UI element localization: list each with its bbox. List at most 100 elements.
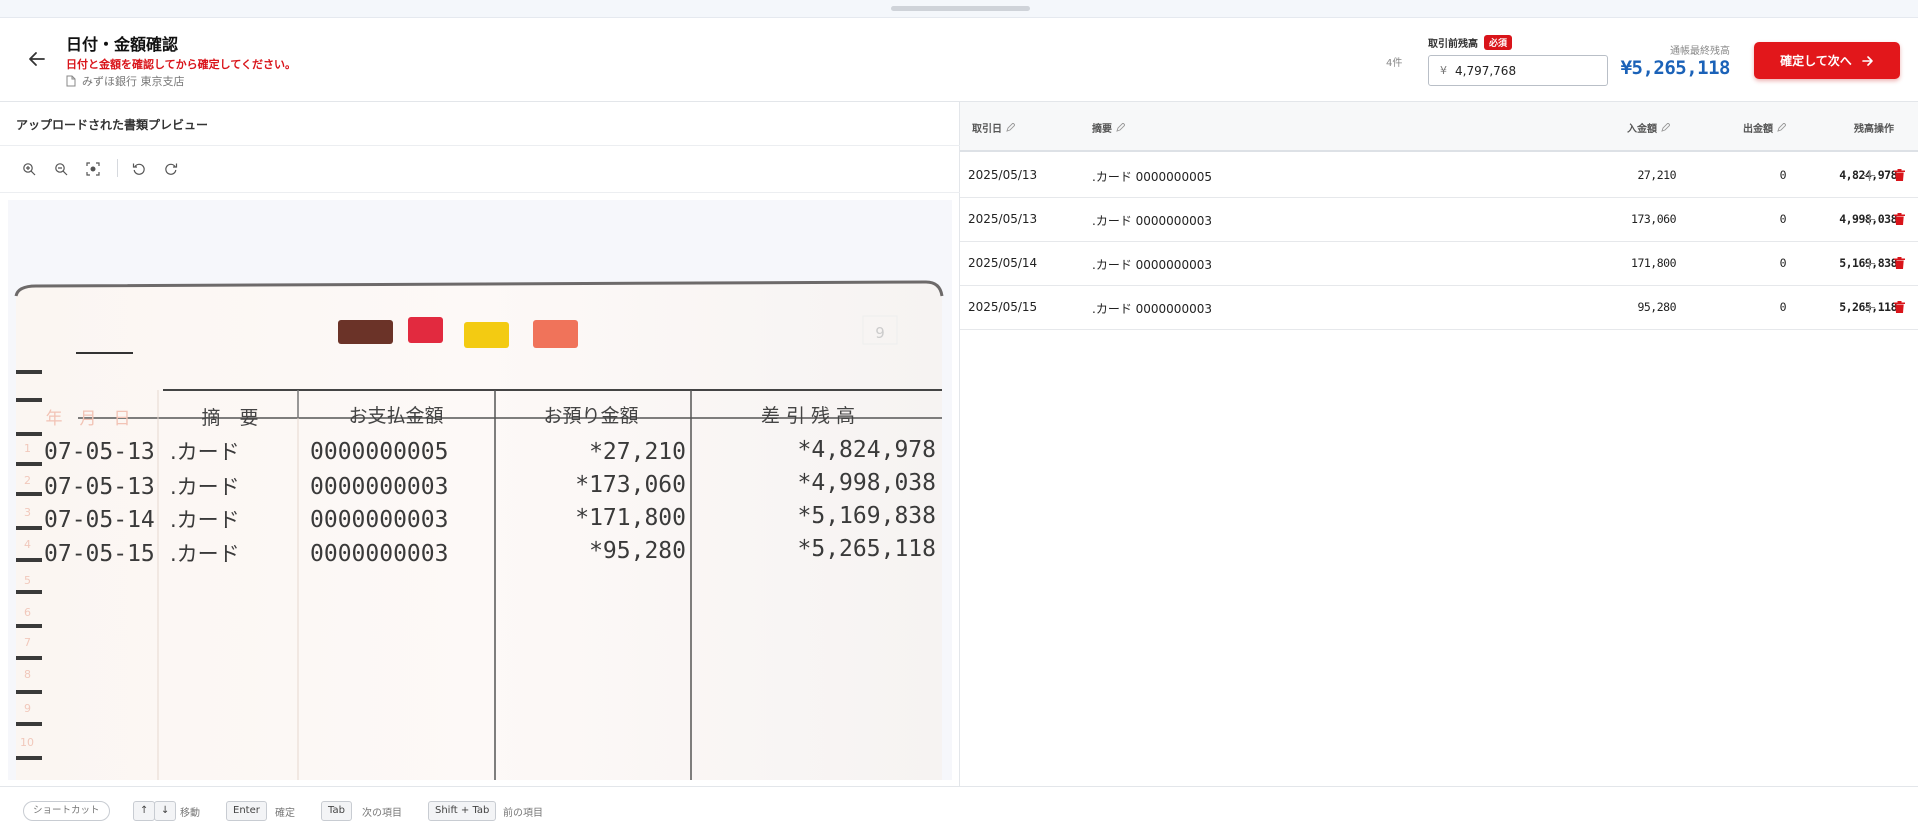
row-summary[interactable]: .カード 0000000003 — [1092, 300, 1212, 317]
required-badge: 必須 — [1484, 35, 1513, 50]
final-balance-value: ¥5,265,118 — [1620, 57, 1731, 79]
toolbar-divider — [117, 159, 118, 177]
add-row-button[interactable] — [1860, 210, 1878, 228]
rotate-left-button[interactable] — [129, 159, 149, 179]
delete-row-button[interactable] — [1890, 298, 1908, 316]
add-row-button[interactable] — [1860, 254, 1878, 272]
final-balance-label: 通帳最終残高 — [1670, 46, 1730, 57]
passbook-row-payment: 0000000003 — [310, 474, 448, 500]
passbook-header-balance: 差 引 残 高 — [761, 405, 855, 427]
row-summary[interactable]: .カード 0000000003 — [1092, 256, 1212, 273]
top-strip — [0, 0, 1918, 18]
down-key: ↓ — [154, 801, 177, 821]
fit-button[interactable] — [83, 159, 103, 179]
header-date[interactable]: 取引日 — [972, 120, 1015, 135]
passbook-header-date: 年 月 日 — [46, 409, 131, 429]
plus-icon — [1863, 301, 1875, 313]
delete-row-button[interactable] — [1890, 166, 1908, 184]
pre-balance-label: 取引前残高 必須 — [1428, 35, 1513, 50]
line-number-1: 1 — [24, 442, 31, 455]
pencil-icon — [1116, 123, 1125, 132]
shortcut-bar: ショートカット ↑ ↓ 移動 Enter 確定 Tab 次の項目 Shift +… — [0, 786, 1918, 832]
header-deposit[interactable]: 入金額 — [1560, 120, 1670, 135]
plus-icon — [1863, 257, 1875, 269]
header-action-label: 操作 — [1874, 124, 1894, 135]
rotate-right-button[interactable] — [161, 159, 181, 179]
tab-hint: 次の項目 — [362, 808, 402, 819]
table-row[interactable]: 2025/05/14 .カード 0000000003 171,800 0 5,1… — [960, 242, 1918, 286]
confirm-next-button[interactable]: 確定して次へ — [1754, 42, 1900, 79]
line-number-8: 8 — [24, 668, 31, 681]
delete-row-button[interactable] — [1890, 210, 1908, 228]
header-summary[interactable]: 摘要 — [1092, 120, 1125, 135]
zoom-in-icon — [23, 163, 36, 176]
page-title: 日付・金額確認 — [66, 35, 179, 54]
shift-tab-hint: 前の項目 — [503, 808, 543, 819]
bank-name: みずほ銀行 東京支店 — [82, 75, 185, 88]
header-balance-label: 残高 — [1854, 124, 1874, 135]
shortcut-label: ショートカット — [23, 801, 110, 821]
back-button[interactable] — [24, 46, 50, 72]
add-row-button[interactable] — [1860, 298, 1878, 316]
header: 日付・金額確認 日付と金額を確認してから確定してください。 みずほ銀行 東京支店… — [0, 18, 1918, 102]
row-date[interactable]: 2025/05/13 — [968, 212, 1037, 226]
table-row[interactable]: 2025/05/13 .カード 0000000003 173,060 0 4,9… — [960, 198, 1918, 242]
bank-info: みずほ銀行 東京支店 — [66, 73, 185, 89]
passbook-row-date: 07-05-14 — [44, 507, 155, 533]
row-deposit[interactable]: 173,060 — [1520, 212, 1676, 226]
passbook-row-balance: *5,169,838 — [798, 503, 936, 529]
table-row[interactable]: 2025/05/15 .カード 0000000003 95,280 0 5,26… — [960, 286, 1918, 330]
passbook-row-balance: *4,824,978 — [798, 437, 936, 463]
arrow-right-icon — [1862, 55, 1873, 66]
pre-balance-input[interactable]: ¥ 4,797,768 — [1428, 55, 1608, 86]
passbook-image: 9 年 月 日 摘 要 お支払金額 お預り金額 差 引 残 高 1 2 3 4 … — [8, 200, 952, 780]
drag-handle[interactable] — [891, 6, 1030, 11]
page-number: 9 — [875, 324, 885, 342]
passbook-header-payment: お支払金額 — [348, 405, 443, 427]
passbook-header-deposit: お預り金額 — [543, 405, 638, 427]
trash-icon — [1893, 301, 1905, 313]
row-summary[interactable]: .カード 0000000003 — [1092, 212, 1212, 229]
delete-row-button[interactable] — [1890, 254, 1908, 272]
row-date[interactable]: 2025/05/15 — [968, 300, 1037, 314]
line-number-2: 2 — [24, 474, 31, 487]
table-row[interactable]: 2025/05/13 .カード 0000000005 27,210 0 4,82… — [960, 154, 1918, 198]
pencil-icon — [1661, 123, 1670, 132]
row-deposit[interactable]: 171,800 — [1520, 256, 1676, 270]
header-summary-label: 摘要 — [1092, 124, 1112, 135]
plus-icon — [1863, 169, 1875, 181]
enter-hint: 確定 — [275, 808, 295, 819]
preview-toolbar — [0, 145, 960, 193]
pre-balance-value[interactable]: 4,797,768 — [1455, 64, 1516, 78]
arrow-left-icon — [29, 52, 45, 66]
zoom-in-button[interactable] — [19, 159, 39, 179]
color-mark-brown — [338, 320, 393, 344]
passbook-row-deposit: *27,210 — [589, 439, 686, 465]
tab-key: Tab — [321, 801, 352, 821]
line-number-7: 7 — [24, 636, 31, 649]
passbook-row-summary: .カード — [170, 475, 240, 499]
pencil-icon — [1777, 123, 1786, 132]
preview-title: アップロードされた書類プレビュー — [16, 118, 209, 132]
rotate-left-icon — [132, 163, 145, 175]
row-deposit[interactable]: 27,210 — [1520, 168, 1676, 182]
passbook-row-summary: .カード — [170, 508, 240, 532]
add-row-button[interactable] — [1860, 166, 1878, 184]
row-date[interactable]: 2025/05/14 — [968, 256, 1037, 270]
row-deposit[interactable]: 95,280 — [1520, 300, 1676, 314]
row-summary[interactable]: .カード 0000000005 — [1092, 168, 1212, 185]
trash-icon — [1893, 213, 1905, 225]
warning-text: 日付と金額を確認してから確定してください。 — [66, 58, 297, 71]
passbook-row-date: 07-05-15 — [44, 541, 155, 567]
passbook-row-payment: 0000000003 — [310, 541, 448, 567]
line-number-10: 10 — [20, 736, 34, 749]
header-withdrawal[interactable]: 出金額 — [1670, 120, 1786, 135]
header-date-label: 取引日 — [972, 124, 1002, 135]
line-number-3: 3 — [24, 506, 31, 519]
row-date[interactable]: 2025/05/13 — [968, 168, 1037, 182]
document-preview[interactable]: 9 年 月 日 摘 要 お支払金額 お預り金額 差 引 残 高 1 2 3 4 … — [8, 200, 952, 780]
zoom-out-button[interactable] — [51, 159, 71, 179]
color-mark-yellow — [464, 322, 509, 348]
header-action: 操作 — [1874, 120, 1894, 135]
zoom-out-icon — [55, 163, 68, 176]
